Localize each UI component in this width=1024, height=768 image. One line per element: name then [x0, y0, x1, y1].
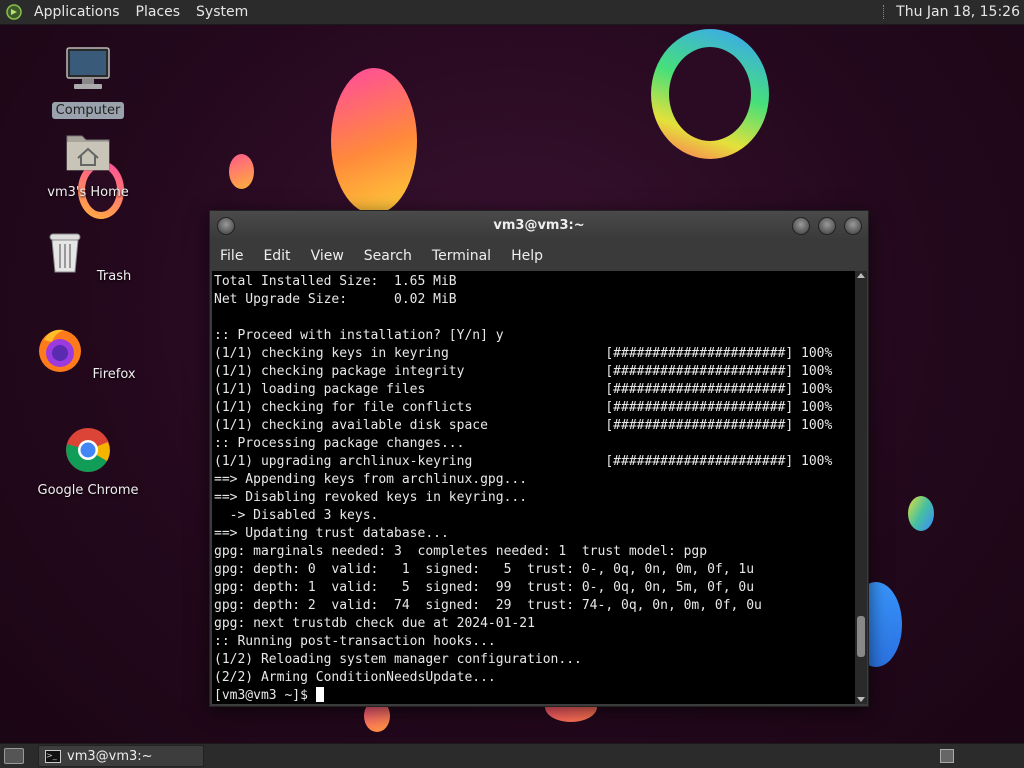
- top-panel: Applications Places System Thu Jan 18, 1…: [0, 0, 1024, 25]
- terminal-line: gpg: depth: 2 valid: 74 signed: 29 trust…: [214, 598, 762, 613]
- desktop-icon-home[interactable]: vm3's Home: [33, 128, 143, 201]
- menu-edit[interactable]: Edit: [253, 248, 300, 264]
- distro-logo-icon[interactable]: [6, 4, 22, 20]
- terminal-line: (2/2) Arming ConditionNeedsUpdate...: [214, 670, 496, 685]
- desktop-icon-computer[interactable]: Computer: [33, 46, 143, 119]
- menu-search[interactable]: Search: [354, 248, 422, 264]
- clock[interactable]: Thu Jan 18, 15:26: [896, 4, 1024, 20]
- scroll-down-arrow-icon[interactable]: [857, 697, 865, 702]
- applications-menu[interactable]: Applications: [26, 0, 128, 24]
- desktop-icon-label: Trash: [96, 269, 132, 284]
- terminal-icon: >_: [45, 749, 61, 763]
- minimize-button[interactable]: [792, 217, 810, 235]
- terminal-line: Total Installed Size: 1.65 MiB: [214, 274, 457, 289]
- firefox-icon: [39, 329, 82, 372]
- terminal-line: (1/1) upgrading archlinux-keyring [#####…: [214, 454, 833, 469]
- terminal-line: (1/1) checking for file conflicts [#####…: [214, 400, 833, 415]
- terminal-line: ==> Disabling revoked keys in keyring...: [214, 490, 528, 505]
- terminal-line: (1/1) loading package files [###########…: [214, 382, 833, 397]
- desktop-icon-label: vm3's Home: [47, 185, 129, 200]
- desktop-icon-label: Firefox: [92, 367, 136, 382]
- terminal-output[interactable]: Total Installed Size: 1.65 MiB Net Upgra…: [212, 271, 855, 704]
- menu-help[interactable]: Help: [501, 248, 553, 264]
- terminal-line: (1/1) checking available disk space [###…: [214, 418, 833, 433]
- desktop-icon-chrome[interactable]: Google Chrome: [33, 426, 143, 499]
- window-titlebar[interactable]: vm3@vm3:~: [210, 211, 868, 241]
- text-cursor: [315, 687, 324, 702]
- system-menu[interactable]: System: [188, 0, 256, 24]
- terminal-line: :: Running post-transaction hooks...: [214, 634, 496, 649]
- wallpaper-shape: [229, 154, 254, 189]
- chrome-icon: [66, 428, 110, 472]
- terminal-line: :: Proceed with installation? [Y/n] y: [214, 328, 504, 343]
- menu-view[interactable]: View: [301, 248, 354, 264]
- bottom-panel: >_ vm3@vm3:~: [0, 743, 1024, 768]
- terminal-line: gpg: next trustdb check due at 2024-01-2…: [214, 616, 535, 631]
- menu-terminal[interactable]: Terminal: [422, 248, 501, 264]
- terminal-line: gpg: marginals needed: 3 completes neede…: [214, 544, 708, 559]
- terminal-line: ==> Appending keys from archlinux.gpg...: [214, 472, 528, 487]
- desktop-icon-trash[interactable]: Trash: [33, 228, 143, 285]
- menu-file[interactable]: File: [210, 248, 253, 264]
- terminal-menubar: File Edit View Search Terminal Help: [210, 241, 868, 271]
- panel-separator: [883, 5, 886, 19]
- desktop-icon-label: Google Chrome: [37, 483, 139, 498]
- desktop-icon-firefox[interactable]: Firefox: [33, 326, 143, 383]
- shell-prompt: [vm3@vm3 ~]$: [214, 688, 316, 703]
- terminal-line: (1/1) checking package integrity [######…: [214, 364, 833, 379]
- terminal-line: -> Disabled 3 keys.: [229, 508, 379, 523]
- terminal-line: gpg: depth: 0 valid: 1 signed: 5 trust: …: [214, 562, 755, 577]
- wallpaper-shape: [908, 496, 934, 531]
- taskbar-window-label: vm3@vm3:~: [67, 748, 153, 764]
- scroll-up-arrow-icon[interactable]: [857, 273, 865, 278]
- window-title: vm3@vm3:~: [493, 218, 585, 233]
- close-button[interactable]: [844, 217, 862, 235]
- trash-icon: [49, 233, 81, 273]
- desktop-icon-label: Computer: [51, 102, 125, 119]
- maximize-button[interactable]: [818, 217, 836, 235]
- terminal-line: :: Processing package changes...: [214, 436, 465, 451]
- terminal-scrollbar[interactable]: [855, 271, 867, 704]
- terminal-lines: Total Installed Size: 1.65 MiB Net Upgra…: [214, 274, 832, 685]
- taskbar-window-button[interactable]: >_ vm3@vm3:~: [38, 745, 204, 767]
- workspace-switcher[interactable]: [940, 749, 954, 763]
- terminal-line: (1/2) Reloading system manager configura…: [214, 652, 582, 667]
- places-menu[interactable]: Places: [128, 0, 189, 24]
- show-desktop-icon[interactable]: [4, 748, 24, 764]
- wallpaper-ring: [651, 29, 769, 159]
- wallpaper-shape: [331, 68, 417, 214]
- home-folder-icon: [66, 135, 110, 171]
- terminal-line: gpg: depth: 1 valid: 5 signed: 99 trust:…: [214, 580, 755, 595]
- computer-icon: [66, 47, 110, 89]
- terminal-text: Total Installed Size: 1.65 MiB Net Upgra…: [212, 271, 855, 704]
- terminal-line: Net Upgrade Size: 0.02 MiB: [214, 292, 457, 307]
- terminal-line: (1/1) checking keys in keyring [########…: [214, 346, 833, 361]
- terminal-line: ==> Updating trust database...: [214, 526, 449, 541]
- scrollbar-thumb[interactable]: [857, 615, 865, 657]
- terminal-window[interactable]: vm3@vm3:~ File Edit View Search Terminal…: [209, 210, 869, 707]
